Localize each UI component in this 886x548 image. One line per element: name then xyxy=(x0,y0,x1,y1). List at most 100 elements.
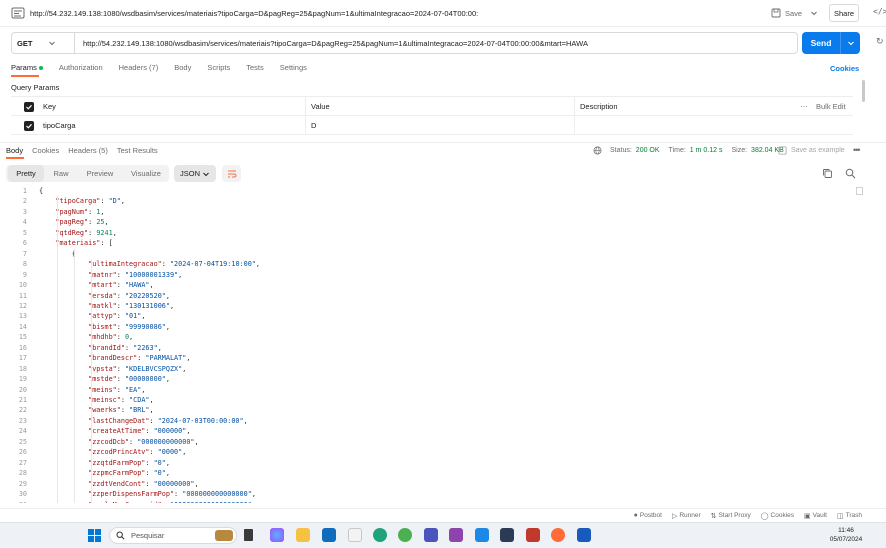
word-icon[interactable] xyxy=(577,528,591,542)
copilot-icon[interactable] xyxy=(270,528,284,542)
line-number: 24 xyxy=(18,427,27,436)
line-number: 3 xyxy=(22,207,27,216)
code-text: "zzcodPrincAtv": "0000", xyxy=(88,448,187,457)
send-button[interactable]: Send xyxy=(802,32,860,54)
tab-scripts[interactable]: Scripts xyxy=(207,63,230,72)
chrome-icon[interactable] xyxy=(398,528,412,542)
task-view-icon[interactable] xyxy=(244,529,253,541)
tab-settings[interactable]: Settings xyxy=(280,63,307,72)
save-icon xyxy=(778,146,787,155)
param-key[interactable]: tipoCarga xyxy=(43,116,76,135)
teams-icon[interactable] xyxy=(424,528,438,542)
taskbar-search[interactable]: Pesquisar xyxy=(109,527,237,544)
sidebar-toggle-icon[interactable]: ↻ xyxy=(876,36,884,47)
param-checkbox[interactable] xyxy=(24,116,34,135)
code-text: "brandDescr": "PARMALAT", xyxy=(88,354,191,363)
more-options-icon[interactable]: ⋯ xyxy=(800,97,808,116)
tab-params[interactable]: Params xyxy=(11,63,43,72)
sql-tool-icon[interactable] xyxy=(500,528,514,542)
search-icon[interactable] xyxy=(845,168,856,179)
code-text: "qtdReg": 9241, xyxy=(55,228,117,237)
trash-label: Trash xyxy=(845,512,862,519)
code-text: "bismt": "99990086", xyxy=(88,322,170,331)
url-input[interactable]: http://54.232.149.138:1080/wsdbasim/serv… xyxy=(83,39,588,48)
edge-icon[interactable] xyxy=(373,528,387,542)
taskbar-clock[interactable]: 11:46 05/07/2024 xyxy=(826,526,866,544)
line-number: 27 xyxy=(18,458,27,467)
search-placeholder: Pesquisar xyxy=(131,531,165,540)
runner-icon: ▷ xyxy=(671,512,678,520)
view-preview[interactable]: Preview xyxy=(78,165,122,182)
runner-button[interactable]: ▷ Runner xyxy=(672,512,701,520)
status-value[interactable]: 200 OK xyxy=(636,147,660,154)
send-options-chevron-down-icon[interactable] xyxy=(841,39,860,47)
response-body-code[interactable]: 1{2 "tipoCarga": "D", 3 "pagNum": 1, 4 "pa… xyxy=(0,185,866,503)
pdf-reader-icon[interactable] xyxy=(526,528,540,542)
file-explorer-icon[interactable] xyxy=(296,528,310,542)
params-scrollbar[interactable] xyxy=(862,80,865,102)
active-tab-indicator xyxy=(11,75,39,77)
params-header-row: Key Value Description ⋯ Bulk Edit xyxy=(11,97,853,116)
request-title[interactable]: http://54.232.149.138:1080/wsdbasim/serv… xyxy=(30,9,478,18)
line-number: 13 xyxy=(18,312,27,321)
clock-date: 05/07/2024 xyxy=(829,536,863,543)
column-divider xyxy=(574,97,575,135)
copy-icon[interactable] xyxy=(822,168,833,179)
tab-body[interactable]: Body xyxy=(174,63,191,72)
visual-studio-icon[interactable] xyxy=(449,528,463,542)
view-visualize[interactable]: Visualize xyxy=(123,165,169,182)
store-icon[interactable] xyxy=(348,528,362,542)
line-number: 15 xyxy=(18,333,27,342)
chevron-down-icon xyxy=(202,170,210,178)
postman-icon[interactable] xyxy=(551,528,565,542)
tab-headers[interactable]: Headers (7) xyxy=(119,63,159,72)
code-scrollbar[interactable] xyxy=(856,187,863,195)
vscode-icon[interactable] xyxy=(475,528,489,542)
chevron-down-icon xyxy=(48,39,56,47)
param-value[interactable]: D xyxy=(311,116,316,135)
line-number: 18 xyxy=(18,364,27,373)
runner-label: Runner xyxy=(679,512,701,519)
code-snippet-icon[interactable]: </> xyxy=(873,7,886,16)
panel-divider[interactable] xyxy=(0,142,886,143)
windows-start-icon[interactable] xyxy=(88,529,101,542)
tab-response-cookies[interactable]: Cookies xyxy=(32,146,59,155)
view-raw[interactable]: Raw xyxy=(45,165,77,182)
code-text: "pagReg": 25, xyxy=(55,218,109,227)
tab-response-headers[interactable]: Headers (5) xyxy=(68,146,108,155)
share-button[interactable]: Share xyxy=(829,4,859,22)
code-line: 27 "zzqtdFarmPop": "0", xyxy=(0,458,866,468)
line-number: 10 xyxy=(18,281,27,290)
bulk-edit-button[interactable]: Bulk Edit xyxy=(816,97,846,116)
line-number: 28 xyxy=(18,469,27,478)
cookies-link[interactable]: Cookies xyxy=(830,64,859,73)
globe-icon[interactable] xyxy=(593,146,602,155)
wrap-lines-icon[interactable] xyxy=(222,165,241,182)
tab-response-body[interactable]: Body xyxy=(6,146,23,155)
time-value[interactable]: 1 m 0.12 s xyxy=(690,147,723,154)
outlook-icon[interactable] xyxy=(322,528,336,542)
save-button[interactable]: Save xyxy=(771,5,802,21)
more-options-icon[interactable]: ••• xyxy=(853,145,861,155)
code-text: "zzperDispensFarmPop": "000000000000000"… xyxy=(88,490,256,499)
trash-button[interactable]: ◫ Trash xyxy=(837,512,862,520)
view-pretty[interactable]: Pretty xyxy=(8,165,44,182)
save-options-chevron-down-icon[interactable] xyxy=(806,5,822,21)
start-proxy-button[interactable]: ⇅ Start Proxy xyxy=(711,512,751,520)
postbot-button[interactable]: ● Postbot xyxy=(634,512,662,519)
tab-test-results[interactable]: Test Results xyxy=(117,146,158,155)
code-text: "ultimaIntegracao": "2024-07-04T19:10:00… xyxy=(88,260,260,269)
save-as-example-button[interactable]: Save as example xyxy=(778,146,845,155)
code-line: 31 "zzvlrMaxConsumid": "0000000000000000… xyxy=(0,500,866,504)
tab-authorization[interactable]: Authorization xyxy=(59,63,103,72)
tab-tests[interactable]: Tests xyxy=(246,63,264,72)
header-checkbox[interactable] xyxy=(24,97,34,116)
format-select[interactable]: JSON xyxy=(174,165,216,182)
postbot-icon: ● xyxy=(633,512,638,519)
line-number: 17 xyxy=(18,354,27,363)
line-number: 1 xyxy=(22,187,27,195)
method-select[interactable]: GET xyxy=(11,32,75,54)
vault-button[interactable]: ▣ Vault xyxy=(804,512,827,520)
cookies-button[interactable]: ◯ Cookies xyxy=(761,512,794,520)
http-request-icon xyxy=(11,6,25,20)
